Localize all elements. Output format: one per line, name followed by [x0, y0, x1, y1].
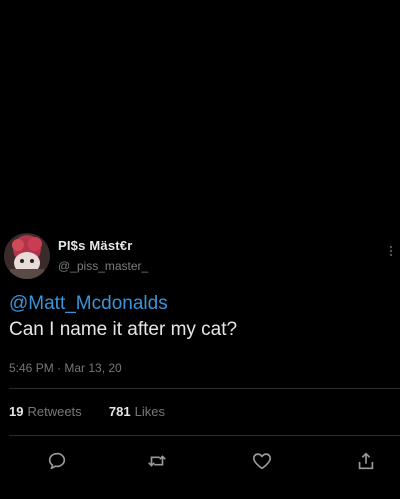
- avatar[interactable]: [4, 233, 50, 279]
- display-name[interactable]: PI$s Mäst€r: [58, 238, 132, 253]
- reply-icon: [48, 452, 66, 470]
- likes-stat[interactable]: 781 Likes: [109, 404, 165, 419]
- likes-label: Likes: [134, 404, 165, 419]
- retweets-label: Retweets: [27, 404, 82, 419]
- avatar-image: [4, 233, 50, 279]
- tweet-text: Can I name it after my cat?: [9, 319, 238, 340]
- divider: [9, 435, 400, 436]
- tweet-header: PI$s Mäst€r @_piss_master_: [0, 228, 400, 288]
- tweet-actions: [0, 450, 400, 480]
- share-button[interactable]: [355, 450, 379, 474]
- more-icon[interactable]: [388, 244, 394, 257]
- retweets-stat[interactable]: 19 Retweets: [9, 404, 85, 419]
- tweet: PI$s Mäst€r @_piss_master_ @Matt_Mcdonal…: [0, 228, 400, 470]
- retweets-count: 19: [9, 404, 24, 419]
- likes-count: 781: [108, 404, 131, 419]
- retweet-button[interactable]: [146, 450, 170, 474]
- tweet-stats: 19 Retweets 781 Likes: [9, 404, 165, 419]
- like-icon: [253, 453, 271, 470]
- tweet-timestamp[interactable]: 5:46 PM · Mar 13, 20: [9, 361, 122, 375]
- like-button[interactable]: [251, 450, 275, 474]
- divider: [9, 388, 400, 389]
- tweet-screen: PI$s Mäst€r @_piss_master_ @Matt_Mcdonal…: [0, 0, 400, 499]
- retweet-icon: [148, 455, 166, 467]
- user-handle[interactable]: @_piss_master_: [58, 259, 148, 273]
- reply-button[interactable]: [46, 450, 70, 474]
- mention-link[interactable]: @Matt_Mcdonalds: [9, 292, 394, 316]
- share-icon: [358, 452, 374, 470]
